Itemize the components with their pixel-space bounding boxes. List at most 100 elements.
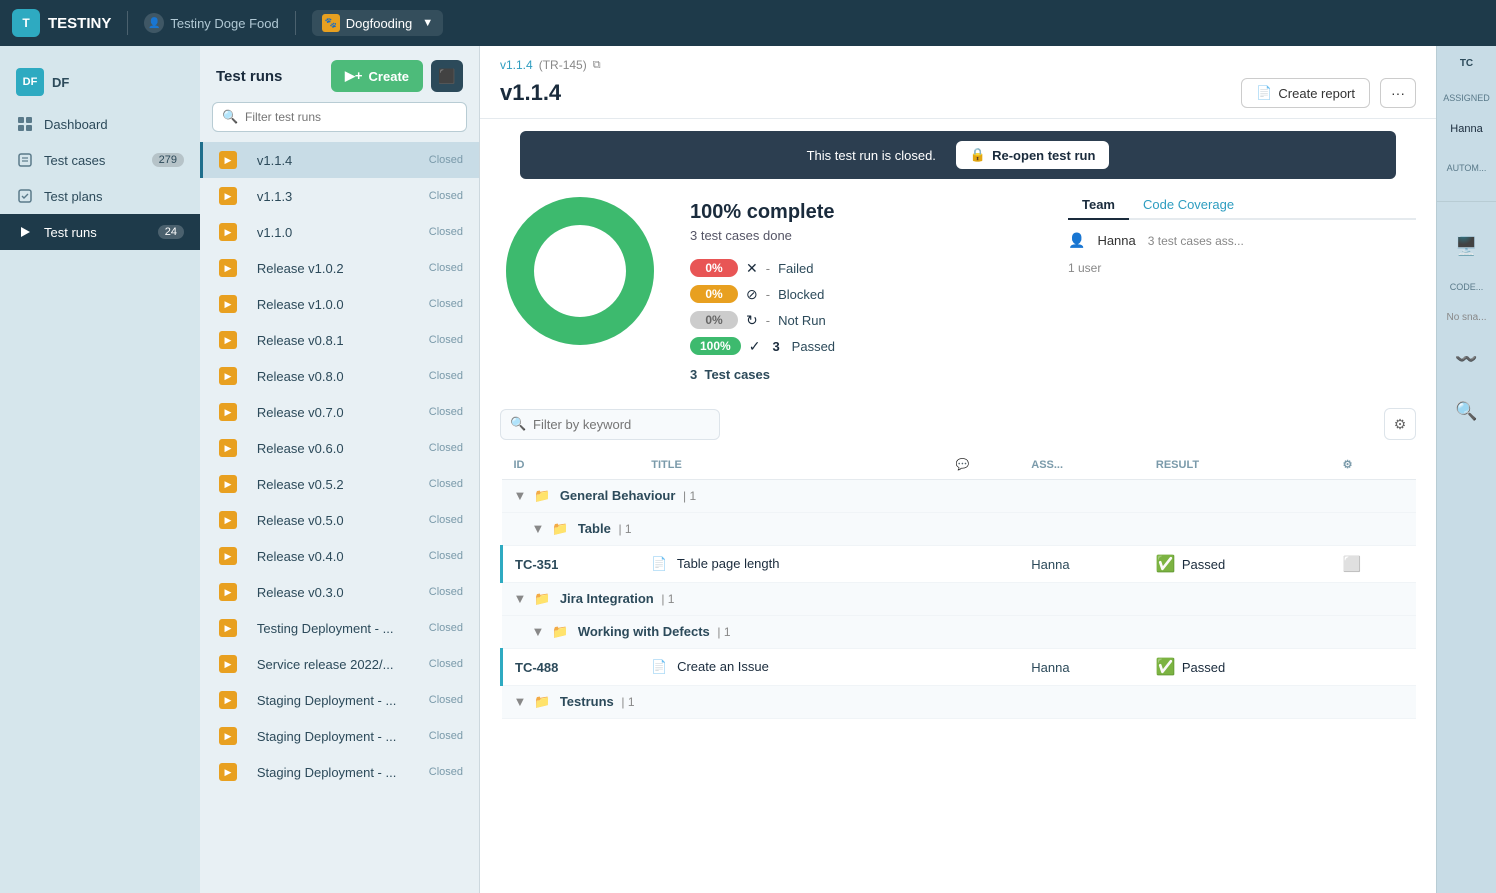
run-item-v1.1.3[interactable]: ▶ v1.1.3 Closed	[200, 178, 479, 214]
run-label: Release v0.7.0	[257, 405, 417, 420]
subgroup-toggle-defects[interactable]: ▼	[532, 624, 545, 639]
right-panel-screen-icon[interactable]: 🖥️	[1451, 230, 1483, 262]
tab-code-coverage[interactable]: Code Coverage	[1129, 191, 1248, 218]
project-selector[interactable]: 🐾 Dogfooding ▼	[312, 10, 443, 36]
group-toggle-jira[interactable]: ▼	[514, 591, 527, 606]
tc-count-label: Test cases	[704, 367, 770, 382]
assigned-label: ASSIGNED	[1439, 93, 1494, 103]
sidebar-item-test-cases-label: Test cases	[44, 153, 142, 168]
run-item-staging-dep-1[interactable]: ▶ Staging Deployment - ... Closed	[200, 682, 479, 718]
run-item-release-v0.5.2[interactable]: ▶ Release v0.5.2 Closed	[200, 466, 479, 502]
group-folder-icon: 📁	[534, 488, 550, 503]
stat-row-passed: 100% ✓ 3 Passed	[690, 337, 1038, 355]
run-item-v1.1.0[interactable]: ▶ v1.1.0 Closed	[200, 214, 479, 250]
col-settings-icon[interactable]: ⚙	[1343, 459, 1353, 471]
filter-icon: ⚙	[1394, 416, 1407, 433]
table-row: TC-351 📄 Table page length Hanna ✅ Passe…	[502, 546, 1417, 583]
run-item-release-v0.6.0[interactable]: ▶ Release v0.6.0 Closed	[200, 430, 479, 466]
member-icon: 👤	[1068, 232, 1085, 249]
run-item-v1.1.4[interactable]: ▶ v1.1.4 Closed	[200, 142, 479, 178]
more-options-button[interactable]: ···	[1380, 78, 1416, 108]
test-plans-icon	[16, 187, 34, 205]
tc-title-488[interactable]: Create an Issue	[677, 659, 769, 674]
run-item-service-release[interactable]: ▶ Service release 2022/... Closed	[200, 646, 479, 682]
run-status: Closed	[429, 298, 463, 310]
notrun-label: Not Run	[778, 313, 826, 328]
run-status: Closed	[429, 370, 463, 382]
run-status: Closed	[429, 226, 463, 238]
group-toggle-testruns[interactable]: ▼	[514, 694, 527, 709]
run-icon: ▶	[219, 583, 237, 601]
run-icon: ▶	[219, 331, 237, 349]
team-section: Team Code Coverage 👤 Hanna 3 test cases …	[1068, 191, 1416, 392]
donut-chart	[500, 191, 660, 351]
subgroup-label: Table	[578, 521, 611, 536]
sidebar-item-test-plans[interactable]: Test plans	[0, 178, 200, 214]
run-item-release-v1.0.0[interactable]: ▶ Release v1.0.0 Closed	[200, 286, 479, 322]
run-item-release-v0.4.0[interactable]: ▶ Release v0.4.0 Closed	[200, 538, 479, 574]
user-label: DF	[52, 75, 69, 90]
run-label: Release v0.4.0	[257, 549, 417, 564]
run-item-release-v0.5.0[interactable]: ▶ Release v0.5.0 Closed	[200, 502, 479, 538]
team-tabs: Team Code Coverage	[1068, 191, 1416, 220]
subgroup-toggle[interactable]: ▼	[532, 521, 545, 536]
subgroup-working-defects: ▼ 📁 Working with Defects | 1	[502, 616, 1417, 649]
tc-comment-cell-488	[944, 649, 1019, 686]
sidebar-item-dashboard[interactable]: Dashboard	[0, 106, 200, 142]
group-label: General Behaviour	[560, 488, 676, 503]
right-panel-search-icon[interactable]: 🔍	[1451, 395, 1483, 427]
panel-header: Test runs ▶+ Create ⬛	[200, 46, 479, 102]
run-status: Closed	[429, 262, 463, 274]
run-item-release-v0.7.0[interactable]: ▶ Release v0.7.0 Closed	[200, 394, 479, 430]
logo-icon: T	[12, 9, 40, 37]
run-item-release-v0.8.1[interactable]: ▶ Release v0.8.1 Closed	[200, 322, 479, 358]
run-item-testing-deployment[interactable]: ▶ Testing Deployment - ... Closed	[200, 610, 479, 646]
group-label-testruns: Testruns	[560, 694, 614, 709]
code-label: CODE...	[1450, 282, 1484, 292]
filter-search-wrap: 🔍	[500, 409, 1376, 440]
sidebar: DF DF Dashboard Test cases 279 Test plan…	[0, 46, 200, 893]
sidebar-item-test-cases[interactable]: Test cases 279	[0, 142, 200, 178]
complete-pct: 100% complete	[690, 201, 1038, 224]
sidebar-item-test-runs[interactable]: Test runs 24	[0, 214, 200, 250]
reopen-button[interactable]: 🔒 Re-open test run	[956, 141, 1109, 169]
tab-team[interactable]: Team	[1068, 191, 1129, 220]
run-status: Closed	[429, 406, 463, 418]
run-item-release-v0.8.0[interactable]: ▶ Release v0.8.0 Closed	[200, 358, 479, 394]
col-result: RESULT	[1144, 450, 1331, 480]
panel-header-actions: ▶+ Create ⬛	[331, 60, 463, 92]
code-val: No sna...	[1446, 312, 1486, 323]
tc-action-icon[interactable]: ⬜	[1343, 556, 1362, 573]
app-name: TESTINY	[48, 15, 111, 32]
run-label: Release v0.3.0	[257, 585, 417, 600]
run-item-staging-dep-3[interactable]: ▶ Staging Deployment - ... Closed	[200, 754, 479, 790]
run-item-release-v1.0.2[interactable]: ▶ Release v1.0.2 Closed	[200, 250, 479, 286]
run-item-staging-dep-2[interactable]: ▶ Staging Deployment - ... Closed	[200, 718, 479, 754]
filter-keyword-input[interactable]	[500, 409, 720, 440]
create-test-run-button[interactable]: ▶+ Create	[331, 60, 423, 92]
run-label: Service release 2022/...	[257, 657, 417, 672]
create-report-button[interactable]: 📄 Create report	[1241, 78, 1370, 108]
blocked-badge: 0%	[690, 285, 738, 303]
tc-title[interactable]: Table page length	[677, 556, 780, 571]
run-icon: ▶	[219, 475, 237, 493]
main-content: v1.1.4 (TR-145) ⧉ v1.1.4 📄 Create report…	[480, 46, 1436, 893]
notrun-icon: ↻	[746, 312, 758, 329]
subgroup-table: ▼ 📁 Table | 1	[502, 513, 1417, 546]
right-panel-route-icon[interactable]: 〰️	[1451, 343, 1483, 375]
run-item-release-v0.3.0[interactable]: ▶ Release v0.3.0 Closed	[200, 574, 479, 610]
group-toggle[interactable]: ▼	[514, 488, 527, 503]
run-icon: ▶	[219, 187, 237, 205]
breadcrumb-id: (TR-145)	[539, 58, 587, 72]
panel-options-button[interactable]: ⬛	[431, 60, 463, 92]
run-label: Testing Deployment - ...	[257, 621, 417, 636]
breadcrumb-version[interactable]: v1.1.4	[500, 58, 533, 72]
filter-runs-input[interactable]	[212, 102, 467, 132]
org-label: Testiny Doge Food	[170, 16, 278, 31]
run-label: Release v1.0.2	[257, 261, 417, 276]
closed-message: This test run is closed.	[807, 148, 936, 163]
failed-badge: 0%	[690, 259, 738, 277]
filter-options-button[interactable]: ⚙	[1384, 408, 1416, 440]
tc-title-cell: 📄 Table page length	[639, 546, 944, 583]
copy-icon[interactable]: ⧉	[593, 59, 601, 72]
